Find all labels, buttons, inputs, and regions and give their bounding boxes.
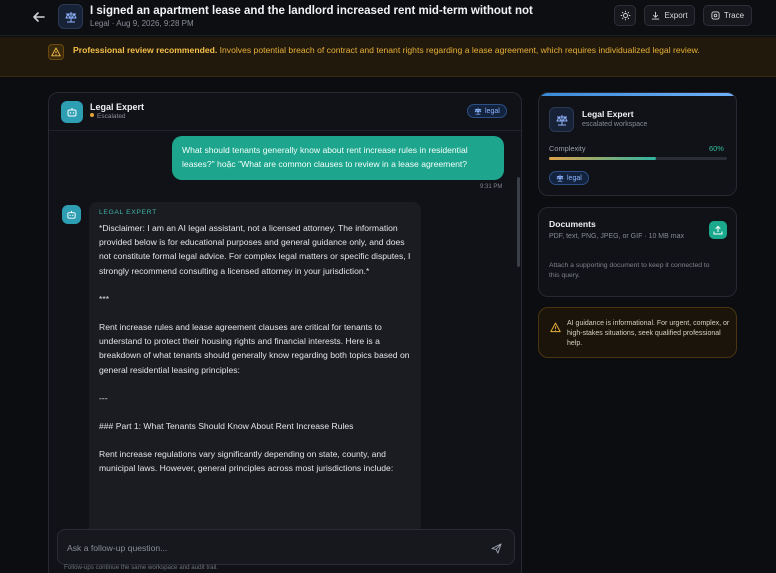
- export-button[interactable]: Export: [644, 5, 695, 26]
- tag-label: legal: [485, 107, 500, 115]
- documents-title: Documents: [549, 219, 596, 229]
- message-paragraph: Rent increase regulations vary significa…: [99, 449, 394, 474]
- robot-icon: [62, 205, 81, 224]
- case-meta: Legal · Aug 9, 2026, 9:28 PM: [90, 19, 194, 28]
- message-paragraph: ### Part 1: What Tenants Should Know Abo…: [99, 421, 354, 432]
- assistant-label: LEGAL EXPERT: [99, 209, 157, 216]
- documents-card: Documents PDF, text, PNG, JPEG, or GIF ·…: [538, 207, 737, 297]
- card-accent: [539, 93, 736, 96]
- export-label: Export: [664, 11, 688, 20]
- top-bar: I signed an apartment lease and the land…: [0, 0, 776, 36]
- message-paragraph: Rent increase rules and lease agreement …: [99, 322, 410, 375]
- scales-icon: [58, 4, 83, 29]
- send-icon[interactable]: [488, 540, 504, 556]
- notice-text: AI guidance is informational. For urgent…: [567, 320, 730, 347]
- agent-status: Escalated: [90, 113, 126, 120]
- chat-header: Legal Expert Escalated legal: [49, 93, 521, 131]
- complexity-value: 60%: [709, 144, 724, 153]
- sun-icon: [620, 10, 630, 21]
- composer: [57, 529, 515, 565]
- banner-detail: Involves potential breach of contract an…: [217, 45, 700, 55]
- composer-hint: Follow-ups continue the same workspace a…: [64, 564, 219, 571]
- complexity-bar-fill: [549, 157, 656, 160]
- theme-toggle-button[interactable]: [614, 5, 636, 26]
- upload-icon[interactable]: [709, 221, 727, 239]
- back-arrow-icon[interactable]: [30, 8, 48, 26]
- robot-icon: [61, 101, 83, 123]
- legal-tag-chip[interactable]: legal: [467, 104, 507, 118]
- chat-panel: Legal Expert Escalated legal What should…: [48, 92, 522, 573]
- complexity-label: Complexity: [549, 144, 586, 153]
- agent-status-text: Escalated: [97, 113, 126, 120]
- page-title: I signed an apartment lease and the land…: [90, 5, 533, 17]
- assistant-message-body: *Disclaimer: I am an AI legal assistant,…: [99, 221, 411, 476]
- agent-card-subtitle: escalated workspace: [582, 121, 648, 128]
- review-banner: Professional review recommended. Involve…: [0, 37, 776, 77]
- trace-label: Trace: [723, 11, 745, 20]
- assistant-message: LEGAL EXPERT *Disclaimer: I am an AI leg…: [89, 202, 421, 542]
- agent-card: Legal Expert escalated workspace Complex…: [538, 92, 737, 196]
- scales-icon: [556, 174, 564, 182]
- complexity-bar: [549, 157, 727, 160]
- message-timestamp: 9:31 PM: [480, 184, 503, 190]
- agent-card-name: Legal Expert: [582, 109, 634, 119]
- message-paragraph: ***: [99, 293, 110, 304]
- agent-name: Legal Expert: [90, 102, 145, 112]
- user-message: What should tenants generally know about…: [172, 136, 504, 180]
- warning-icon: [550, 320, 561, 333]
- documents-hint: Attach a supporting document to keep it …: [549, 262, 710, 279]
- documents-formats: PDF, text, PNG, JPEG, or GIF · 10 MB max: [549, 233, 684, 240]
- trace-icon: [711, 11, 720, 20]
- legal-tag-chip[interactable]: legal: [549, 171, 589, 185]
- banner-strong: Professional review recommended.: [73, 45, 218, 55]
- warning-icon: [48, 44, 64, 60]
- status-dot: [90, 113, 94, 117]
- tag-label: legal: [567, 174, 582, 182]
- follow-up-input[interactable]: [67, 539, 467, 557]
- message-paragraph: ---: [99, 392, 108, 403]
- scales-icon: [474, 107, 482, 115]
- scales-icon: [549, 107, 574, 132]
- guidance-notice: AI guidance is informational. For urgent…: [538, 307, 737, 358]
- download-icon: [652, 11, 660, 20]
- banner-text: Professional review recommended. Involve…: [73, 44, 743, 57]
- message-paragraph: *Disclaimer: I am an AI legal assistant,…: [99, 223, 411, 276]
- chat-scrollbar[interactable]: [517, 177, 520, 267]
- trace-button[interactable]: Trace: [703, 5, 752, 26]
